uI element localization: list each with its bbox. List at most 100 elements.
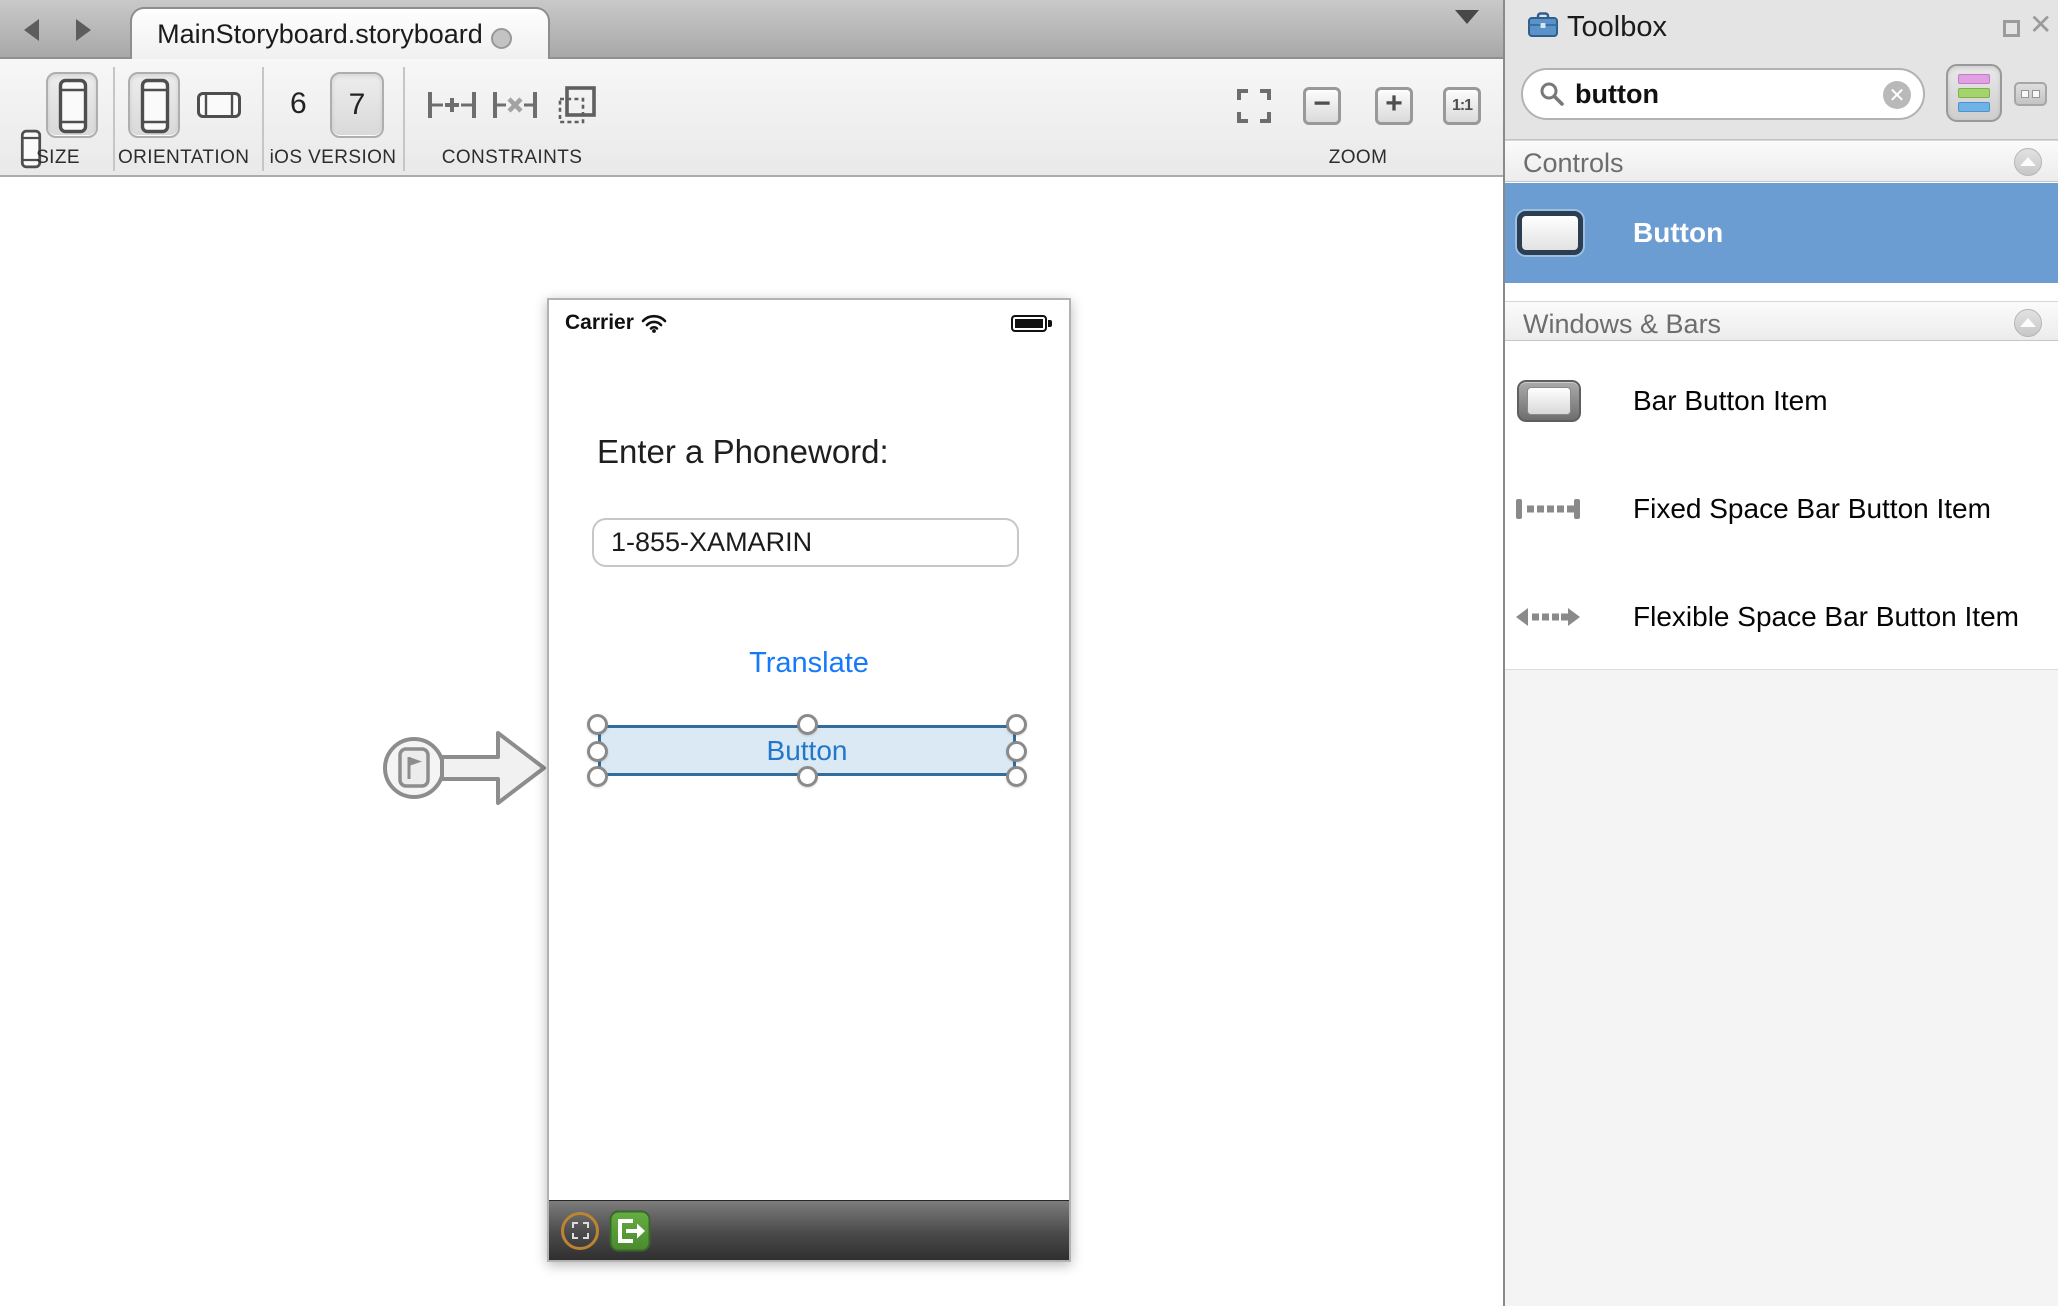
search-input[interactable]	[1575, 79, 1865, 110]
toolbar-separator	[403, 67, 405, 171]
resize-handle-bottom-center[interactable]	[797, 766, 818, 787]
resize-handle-middle-right[interactable]	[1006, 741, 1027, 762]
resize-handle-bottom-right[interactable]	[1006, 766, 1027, 787]
iphone-landscape-icon	[196, 91, 242, 119]
toolbox-item-label: Fixed Space Bar Button Item	[1633, 493, 1991, 525]
carrier-label: Carrier	[565, 311, 634, 335]
ios-version-7-label: 7	[349, 88, 366, 122]
tab-title: MainStoryboard.storyboard	[157, 19, 483, 50]
compact-view-button[interactable]	[2014, 82, 2047, 106]
back-icon	[24, 19, 39, 41]
constraint-frame-icon	[557, 85, 597, 125]
size-group-label: SIZE	[12, 147, 104, 169]
toolbox-item-flexible-space[interactable]: Flexible Space Bar Button Item	[1505, 565, 2058, 669]
xamarin-ios-designer-window: MainStoryboard.storyboard SIZE	[0, 0, 2058, 1306]
iphone-portrait-icon	[140, 78, 170, 134]
tab-mainstoryboard[interactable]: MainStoryboard.storyboard	[130, 7, 550, 59]
phoneword-text-field[interactable]: 1-855-XAMARIN	[592, 518, 1019, 567]
forward-button[interactable]	[66, 16, 100, 44]
toolbox-title: Toolbox	[1567, 11, 1667, 44]
ios-version-6-button[interactable]: 6	[290, 87, 307, 121]
flexible-space-icon	[1515, 604, 1581, 630]
forward-icon	[76, 19, 91, 41]
battery-icon	[1011, 315, 1047, 332]
zoom-in-button[interactable]: +	[1375, 87, 1413, 125]
storyboard-flag-icon	[400, 749, 428, 786]
resize-to-fit-constraints-button[interactable]	[556, 84, 598, 126]
view-controller-canvas[interactable]: Carrier Enter a Phoneword: 1-855-XAMARIN…	[547, 298, 1071, 1262]
toolbox-briefcase-icon	[1527, 10, 1559, 40]
toolbox-header: Toolbox ✕ ✕	[1505, 0, 2058, 140]
bar-button-item-icon	[1517, 380, 1581, 422]
status-bar: Carrier	[549, 300, 1069, 344]
tab-list-dropdown[interactable]	[1455, 24, 1481, 40]
ios-version-group-label: iOS VERSION	[268, 147, 398, 169]
collapse-chevron-icon[interactable]	[2014, 309, 2042, 337]
section-header-windows-bars[interactable]: Windows & Bars	[1505, 301, 2058, 341]
float-panel-icon[interactable]	[2003, 20, 2020, 37]
toolbox-item-label: Bar Button Item	[1633, 385, 1828, 417]
toolbox-search-box: ✕	[1521, 68, 1925, 120]
categorized-view-button[interactable]	[1946, 64, 2002, 122]
minus-icon: −	[1313, 89, 1331, 119]
iphone-large-icon	[58, 78, 88, 134]
zoom-out-button[interactable]: −	[1303, 87, 1341, 125]
toolbox-item-bar-button-item[interactable]: Bar Button Item	[1505, 349, 2058, 453]
section-title: Controls	[1523, 148, 1624, 179]
section-title: Windows & Bars	[1523, 309, 1721, 340]
zoom-fit-icon	[1236, 88, 1272, 124]
one-to-one-icon: 1:1	[1452, 98, 1472, 114]
initial-view-controller-arrow[interactable]	[378, 712, 550, 824]
orientation-group-label: ORIENTATION	[118, 147, 248, 169]
toolbox-item-fixed-space[interactable]: Fixed Space Bar Button Item	[1505, 457, 2058, 561]
ios-version-7-button-selected[interactable]: 7	[330, 72, 384, 138]
chevron-down-icon	[1455, 10, 1479, 41]
toolbox-item-button[interactable]: Button	[1505, 183, 2058, 283]
tab-modified-indicator[interactable]	[491, 28, 512, 49]
orientation-landscape-button[interactable]	[194, 89, 244, 121]
zoom-fit-button[interactable]	[1235, 87, 1273, 125]
category-chip-blue	[1958, 102, 1990, 112]
resize-handle-middle-left[interactable]	[587, 741, 608, 762]
wifi-icon	[641, 313, 667, 333]
constraint-remove-icon	[491, 88, 539, 122]
close-panel-icon[interactable]: ✕	[2029, 8, 2052, 41]
translate-button[interactable]: Translate	[549, 647, 1069, 680]
fixed-space-icon	[1515, 496, 1581, 522]
plus-icon: +	[1385, 89, 1403, 119]
remove-constraint-button[interactable]	[490, 86, 540, 124]
toolbar-separator	[262, 67, 264, 171]
exit-segue-icon[interactable]	[609, 1210, 651, 1252]
back-button[interactable]	[14, 16, 48, 44]
constraints-group-label: CONSTRAINTS	[432, 147, 592, 169]
search-icon	[1539, 81, 1565, 107]
resize-handle-top-left[interactable]	[587, 714, 608, 735]
toolbar-separator	[113, 67, 115, 171]
toolbox-panel: Toolbox ✕ ✕ Controls	[1503, 0, 2058, 1306]
button-widget-icon	[1517, 211, 1583, 255]
selected-button-wrapper: Button	[598, 725, 1016, 776]
view-controller-bar	[549, 1200, 1069, 1260]
clear-search-icon[interactable]: ✕	[1883, 81, 1911, 109]
section-header-controls[interactable]: Controls	[1505, 140, 2058, 182]
resize-handle-top-right[interactable]	[1006, 714, 1027, 735]
toolbox-item-label: Flexible Space Bar Button Item	[1633, 601, 2019, 633]
toolbox-empty-area	[1505, 669, 2058, 1306]
toolbox-list: Controls Button Windows & Bars Bar Butto…	[1505, 140, 2058, 669]
resize-handle-top-center[interactable]	[797, 714, 818, 735]
collapse-chevron-icon[interactable]	[2014, 148, 2042, 176]
phoneword-text-field-value: 1-855-XAMARIN	[611, 527, 812, 558]
size-iphone4-button-selected[interactable]	[46, 72, 98, 138]
phoneword-label: Enter a Phoneword:	[597, 433, 889, 471]
constraint-add-icon	[426, 88, 478, 122]
zoom-actual-size-button[interactable]: 1:1	[1443, 87, 1481, 125]
zoom-group-label: ZOOM	[1278, 147, 1438, 169]
tab-bar: MainStoryboard.storyboard	[0, 0, 1503, 59]
view-controller-icon[interactable]	[561, 1212, 599, 1250]
toolbox-item-label: Button	[1633, 217, 1723, 249]
add-constraint-button[interactable]	[424, 86, 480, 124]
orientation-portrait-button-selected[interactable]	[128, 72, 180, 138]
resize-handle-bottom-left[interactable]	[587, 766, 608, 787]
category-chip-pink	[1958, 74, 1990, 84]
dashed-view-icon	[572, 1222, 589, 1239]
